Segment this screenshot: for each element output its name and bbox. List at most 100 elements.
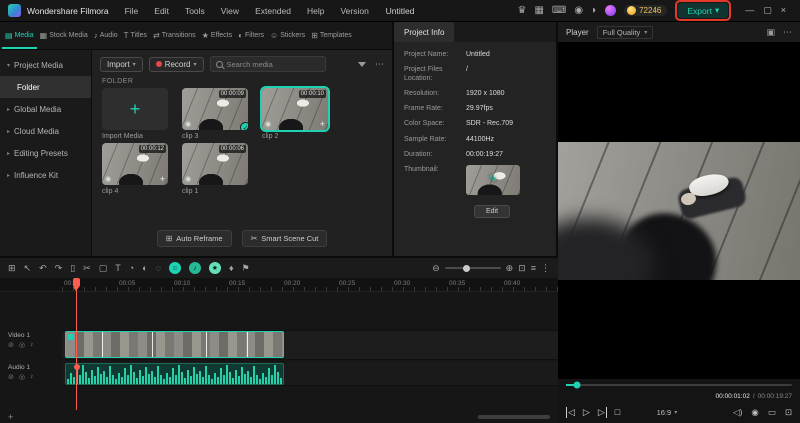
mixer-icon[interactable]: ≡ — [531, 263, 536, 273]
tab-transitions[interactable]: ⇄ Transitions — [150, 22, 199, 49]
undo-icon[interactable]: ↶ — [39, 263, 47, 273]
tab-filters[interactable]: ◐ Filters — [235, 22, 267, 49]
fullscreen-icon[interactable]: ⊡ — [785, 407, 792, 418]
add-to-timeline-icon[interactable]: + — [160, 175, 165, 184]
color-icon[interactable]: ◐ — [142, 263, 147, 273]
tab-templates[interactable]: ⊞ Templates — [308, 22, 355, 49]
timeline-scrollbar[interactable] — [478, 415, 550, 419]
menu-help[interactable]: Help — [299, 6, 332, 16]
tab-media[interactable]: ▤ Media — [2, 22, 37, 49]
filter-icon[interactable] — [358, 62, 366, 67]
delete-icon[interactable]: ▯ — [70, 263, 75, 273]
record-button[interactable]: Record ▾ — [148, 56, 204, 72]
minimize-button[interactable]: — — [745, 5, 754, 16]
player-more-icon[interactable]: ⋯ — [783, 27, 792, 38]
stop-button[interactable]: □ — [615, 407, 620, 418]
import-media-tile[interactable]: + Import Media — [102, 88, 168, 140]
media-clip-3[interactable]: 00:00:09 ◉ ✓ clip 3 — [182, 88, 248, 140]
edit-thumbnail-button[interactable]: Edit — [474, 204, 511, 218]
timeline-more-icon[interactable]: ⋮ — [541, 263, 550, 273]
menu-view[interactable]: View — [213, 6, 247, 16]
menu-file[interactable]: File — [117, 6, 147, 16]
export-button[interactable]: Export ▾ — [678, 3, 729, 18]
ai-portrait-icon[interactable]: ☺ — [168, 262, 181, 274]
menu-tools[interactable]: Tools — [177, 6, 213, 16]
text-tool-icon[interactable]: T — [115, 263, 121, 273]
premium-icon[interactable]: ♛ — [517, 5, 526, 16]
crop-icon[interactable]: ▢ — [99, 263, 108, 273]
tab-stickers[interactable]: ☺ Stickers — [267, 22, 308, 49]
menu-extended[interactable]: Extended — [247, 6, 299, 16]
keyboard-icon[interactable]: ⌨ — [552, 5, 566, 16]
speed-icon[interactable]: ◔ — [129, 263, 134, 273]
auto-reframe-button[interactable]: ⊞ Auto Reframe — [156, 230, 232, 247]
track-manager-icon[interactable]: ⊞ — [8, 263, 16, 273]
media-clip-1[interactable]: 00:00:06 ◉ clip 1 — [182, 143, 248, 195]
tab-project-info[interactable]: Project Info — [394, 22, 455, 42]
sidebar-item-editing-presets[interactable]: ▸ Editing Presets — [0, 142, 91, 164]
play-button[interactable]: ▷ — [583, 407, 590, 418]
add-to-timeline-icon[interactable]: + — [320, 120, 325, 129]
coins-badge[interactable]: 72246 — [624, 5, 668, 16]
tab-stock-media[interactable]: ▦ Stock Media — [37, 22, 91, 49]
media-clip-2[interactable]: 00:00:10 ◉ + clip 2 — [260, 86, 330, 140]
search-input[interactable] — [226, 59, 315, 69]
sidebar-item-cloud-media[interactable]: ▸ Cloud Media — [0, 120, 91, 142]
previous-frame-button[interactable]: ◁ — [566, 406, 575, 418]
aspect-ratio-dropdown[interactable]: 16:9 ▾ — [657, 408, 678, 417]
tab-effects[interactable]: ★ Effects — [199, 22, 235, 49]
snapshot-icon[interactable]: ◉ — [751, 407, 758, 418]
track-mute-icon[interactable]: ♪ — [30, 341, 34, 349]
add-track-icon[interactable]: + — [8, 412, 13, 422]
user-avatar[interactable] — [605, 5, 617, 16]
sidebar-item-project-media[interactable]: ▾ Project Media — [0, 54, 91, 76]
zoom-in-icon[interactable]: ⊕ — [506, 263, 514, 273]
screen-capture-icon[interactable]: ◉ — [574, 5, 583, 16]
redo-icon[interactable]: ↷ — [55, 263, 63, 273]
tab-titles[interactable]: T Titles — [121, 22, 150, 49]
close-button[interactable]: × — [781, 5, 786, 16]
tab-audio[interactable]: ♪ Audio — [91, 22, 121, 49]
restore-button[interactable]: ▢ — [763, 5, 772, 16]
zoom-slider-knob[interactable] — [462, 264, 470, 272]
marker-icon[interactable]: ⚑ — [242, 263, 250, 273]
zoom-slider[interactable] — [444, 264, 501, 272]
track-lock-icon[interactable]: ⊘ — [8, 373, 14, 381]
detach-player-icon[interactable]: ▣ — [766, 27, 775, 38]
menu-edit[interactable]: Edit — [146, 6, 177, 16]
quality-dropdown[interactable]: Full Quality ▾ — [596, 25, 654, 39]
smart-scene-cut-button[interactable]: ✂ Smart Scene Cut — [241, 230, 328, 247]
search-box[interactable] — [209, 56, 326, 72]
split-icon[interactable]: ✂ — [83, 263, 91, 273]
pointer-tool-icon[interactable]: ↖ — [24, 263, 32, 273]
fit-timeline-icon[interactable]: ⊡ — [518, 263, 526, 273]
sidebar-item-influence-kit[interactable]: ▸ Influence Kit — [0, 164, 91, 186]
ai-effects-icon[interactable]: ★ — [208, 262, 221, 274]
track-lock-icon[interactable]: ⊘ — [8, 341, 14, 349]
seek-handle[interactable] — [573, 381, 581, 389]
mask-icon[interactable]: ◌ — [156, 263, 161, 273]
timeline-audio-clip[interactable] — [65, 363, 284, 385]
voiceover-icon[interactable]: ♦ — [229, 263, 234, 273]
import-button[interactable]: Import ▾ — [100, 56, 143, 72]
volume-icon[interactable]: ◁) — [733, 407, 742, 418]
ai-audio-icon[interactable]: ♪ — [188, 262, 201, 274]
zoom-out-icon[interactable]: ⊖ — [432, 263, 440, 273]
next-frame-button[interactable]: ▷ — [598, 406, 607, 418]
view-options-icon[interactable]: ⋯ — [375, 59, 384, 70]
layout-icon[interactable]: ▦ — [534, 5, 543, 16]
track-hide-icon[interactable]: ◎ — [19, 341, 25, 349]
menu-version[interactable]: Version — [332, 6, 376, 16]
timeline-video-clip[interactable] — [65, 331, 284, 358]
notifications-icon[interactable]: ◗ — [591, 5, 597, 16]
seek-bar[interactable] — [566, 381, 792, 389]
timeline-ruler[interactable]: 00:00 00:05 00:10 00:15 00:20 00:25 00:3… — [0, 278, 558, 292]
video-preview[interactable] — [558, 42, 800, 379]
sidebar-item-global-media[interactable]: ▸ Global Media — [0, 98, 91, 120]
track-mute-icon[interactable]: ♪ — [30, 373, 34, 381]
project-thumbnail[interactable]: ✎ — [466, 164, 520, 195]
display-output-icon[interactable]: ▭ — [768, 407, 776, 418]
track-hide-icon[interactable]: ◎ — [19, 373, 25, 381]
sidebar-item-folder[interactable]: Folder — [0, 76, 91, 98]
media-clip-4[interactable]: 00:00:12 ◉ + clip 4 — [102, 143, 168, 195]
